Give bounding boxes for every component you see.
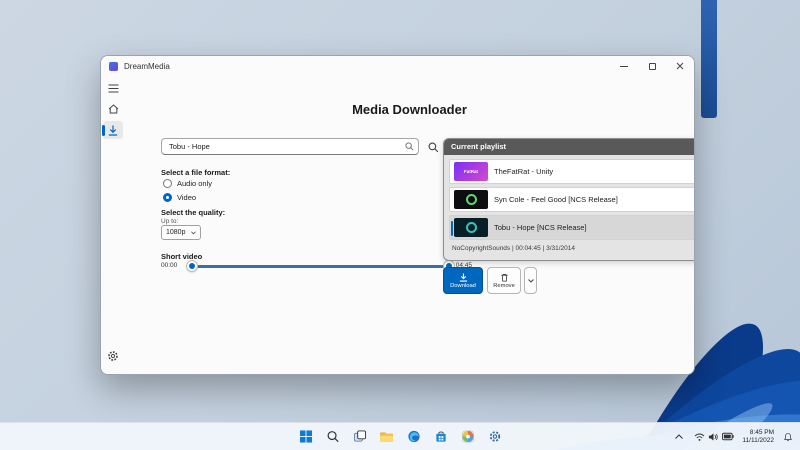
quality-label: Select the quality: [161,208,226,217]
quality-select[interactable]: 1080p [161,225,201,240]
radio-audio-only[interactable]: Audio only [163,179,212,188]
download-arrow-icon [459,272,467,282]
photos-button[interactable] [457,426,479,448]
titlebar[interactable]: DreamMedia [101,56,694,76]
notification-center-button[interactable] [780,426,796,448]
file-explorer-icon [380,432,393,442]
wallpaper-accent-stripe [701,0,717,118]
notification-bell-icon [783,432,793,441]
playlist-item-title: Syn Cole - Feel Good [NCS Release] [494,195,618,204]
main-content: Media Downloader Select a file format: A… [125,76,694,374]
ncs-logo-icon [465,222,477,233]
ncs-logo-icon [465,194,477,205]
trim-slider: 00:00 04:45 [161,259,472,273]
trim-slider-track[interactable] [187,261,454,271]
radio-audio-label: Audio only [177,179,213,188]
sidebar [101,76,125,374]
chevron-up-icon [675,434,684,439]
sidebar-item-home[interactable] [103,100,123,118]
start-button[interactable] [295,426,317,448]
page-title: Media Downloader [352,102,467,117]
close-icon [676,62,684,70]
tray-overflow-button[interactable] [672,426,686,448]
home-icon [108,104,118,114]
sidebar-item-settings[interactable] [103,347,123,365]
radio-video-label: Video [177,193,197,202]
app-window: DreamMedia Media Downloader Tobu - Hope … [100,55,695,375]
task-view-button[interactable] [349,426,371,448]
taskbar-clock[interactable]: 8:45 PM 11/11/2022 [742,429,774,445]
edge-browser-button[interactable] [403,426,425,448]
trim-start-value: 00:00 [161,262,178,269]
remove-button[interactable]: Remove [487,267,521,294]
windows-logo-icon [299,430,312,443]
minimize-icon [620,65,628,67]
chevron-down-icon [191,230,196,234]
remove-button-label: Remove [493,282,515,289]
thumbnail-syncole [454,190,488,209]
settings-button[interactable] [484,426,506,448]
thumbnail-thefatrat: FatRat [454,162,488,181]
radio-audio-icon [163,179,172,188]
settings-gear-icon [489,431,500,442]
clock-time: 8:45 PM [749,428,774,436]
playlist-item-title: TheFatRat - Unity [494,167,554,176]
chevron-down-icon [527,278,534,283]
store-icon [435,431,446,442]
radio-video-icon [163,193,172,202]
app-logo-icon [109,61,118,71]
playlist-item-title: Tobu - Hope [NCS Release] [494,223,587,232]
search-button[interactable] [426,140,441,155]
wifi-icon [695,433,705,441]
search-icon [327,431,339,443]
taskbar: 8:45 PM 11/11/2022 [0,422,800,450]
playlist-panel: Current playlist FatRat TheFatRat - Unit… [443,138,694,261]
maximize-button[interactable] [638,56,666,76]
search-icon [405,142,414,151]
format-label: Select a file format: [161,168,231,177]
volume-icon [709,432,719,441]
playlist-header: Current playlist [444,139,694,155]
clock-date: 11/11/2022 [742,436,774,444]
quality-hint: Up to: [161,218,179,225]
photos-icon [461,430,474,443]
radio-video[interactable]: Video [163,193,196,202]
minimize-button[interactable] [610,56,638,76]
task-view-icon [353,430,366,442]
playlist-item-3-selected[interactable]: Tobu - Hope [NCS Release] [449,215,694,240]
microsoft-store-button[interactable] [430,426,452,448]
thumbnail-text: FatRat [463,169,478,174]
edge-icon [407,430,420,443]
file-explorer-button[interactable] [376,426,398,448]
taskbar-search-button[interactable] [322,426,344,448]
window-title: DreamMedia [124,61,170,71]
menu-button[interactable] [103,79,123,97]
hamburger-icon [108,83,118,93]
maximize-icon [648,62,656,70]
quality-value: 1080p [166,229,186,236]
download-button[interactable]: Download [443,267,483,294]
download-button-label: Download [450,282,476,289]
download-icon [108,125,118,136]
more-options-button[interactable] [524,267,537,294]
battery-icon [722,432,735,441]
thumbnail-tobu [454,218,488,237]
playlist-item-1[interactable]: FatRat TheFatRat - Unity [449,159,694,184]
search-button-icon [428,142,439,153]
system-tray-status[interactable] [692,429,736,445]
trim-start-handle[interactable] [187,261,197,271]
url-search-input[interactable] [161,138,419,155]
gear-icon [108,351,118,361]
close-button[interactable] [666,56,694,76]
playlist-item-2[interactable]: Syn Cole - Feel Good [NCS Release] [449,187,694,212]
sidebar-item-downloader[interactable] [102,121,123,139]
selected-item-metadata: NoCopyrightSounds | 00:04:45 | 3/31/2014 [452,245,575,252]
trash-icon [500,273,508,282]
